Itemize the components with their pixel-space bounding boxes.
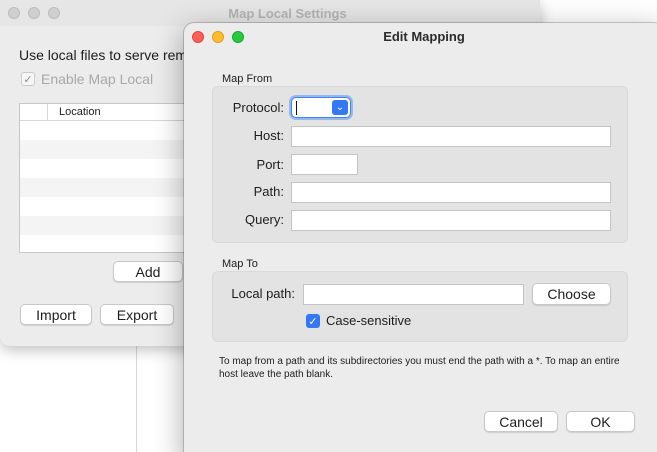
edit-mapping-dialog: Edit Mapping Map From Protocol: ⌄ Host: … (184, 23, 657, 452)
mapping-note: To map from a path and its subdirectorie… (219, 356, 620, 380)
minimize-icon[interactable] (28, 7, 40, 19)
local-path-field[interactable] (303, 284, 524, 305)
case-sensitive-checkbox[interactable]: ✓ (306, 314, 320, 328)
chevron-down-icon[interactable]: ⌄ (332, 100, 348, 115)
maximize-icon[interactable] (232, 30, 244, 43)
port-label: Port: (256, 157, 284, 172)
cancel-button[interactable]: Cancel (484, 411, 558, 432)
import-button[interactable]: Import (20, 304, 92, 325)
map-from-label: Map From (222, 73, 273, 85)
case-sensitive-label: Case-sensitive (326, 313, 412, 328)
checkmark-icon: ✓ (21, 72, 35, 86)
map-to-label: Map To (222, 258, 258, 270)
local-path-label: Local path: (231, 286, 295, 301)
dialog-window-controls (192, 30, 244, 43)
minimize-icon[interactable] (212, 30, 224, 43)
export-button[interactable]: Export (100, 304, 174, 325)
protocol-select[interactable]: ⌄ (291, 97, 351, 118)
back-window-controls (8, 7, 60, 19)
query-field[interactable] (291, 210, 611, 231)
close-icon[interactable] (8, 7, 20, 19)
path-field[interactable] (291, 182, 611, 203)
add-button[interactable]: Add (113, 261, 183, 282)
map-local-description: Use local files to serve rem (19, 47, 188, 63)
table-header-location: Location (59, 106, 101, 118)
dialog-title: Edit Mapping (383, 29, 465, 44)
dialog-titlebar: Edit Mapping (184, 23, 657, 50)
close-icon[interactable] (192, 30, 204, 43)
enable-map-local-label: Enable Map Local (41, 71, 154, 87)
path-label: Path: (253, 184, 284, 199)
protocol-label: Protocol: (232, 100, 284, 115)
table-header-select-column (20, 104, 48, 120)
port-field[interactable] (291, 154, 358, 175)
maximize-icon[interactable] (48, 7, 60, 19)
ok-button[interactable]: OK (566, 411, 635, 432)
checkmark-icon: ✓ (308, 315, 318, 328)
host-field[interactable] (291, 126, 611, 147)
back-window-title: Map Local Settings (228, 5, 347, 21)
map-to-group (212, 271, 628, 342)
choose-button[interactable]: Choose (532, 283, 611, 305)
query-label: Query: (244, 212, 284, 227)
text-caret (296, 101, 297, 115)
enable-map-local-checkbox[interactable]: ✓ Enable Map Local (21, 71, 153, 87)
background-divider (136, 340, 137, 452)
host-label: Host: (253, 128, 284, 143)
